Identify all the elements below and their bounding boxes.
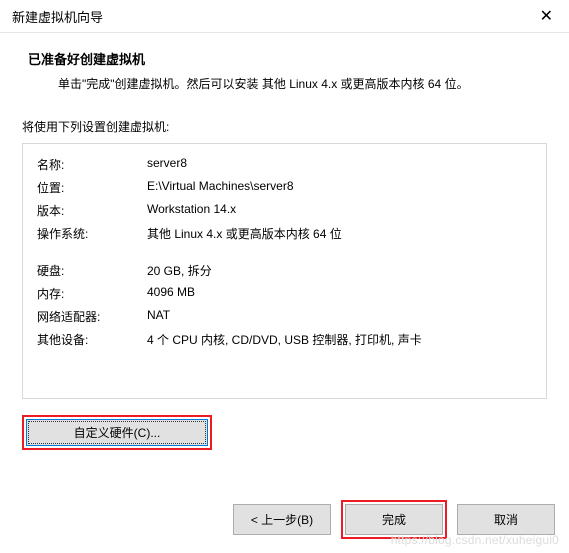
summary-value: server8 (147, 156, 532, 173)
summary-value: 其他 Linux 4.x 或更高版本内核 64 位 (147, 225, 532, 242)
wizard-footer: < 上一步(B) 完成 取消 (233, 500, 555, 539)
settings-section-label: 将使用下列设置创建虚拟机: (0, 108, 569, 143)
summary-label: 其他设备: (37, 331, 147, 348)
summary-label: 操作系统: (37, 225, 147, 242)
summary-label: 版本: (37, 202, 147, 219)
summary-value: 20 GB, 拆分 (147, 262, 532, 279)
summary-row: 其他设备:4 个 CPU 内核, CD/DVD, USB 控制器, 打印机, 声… (37, 331, 532, 348)
summary-label: 硬盘: (37, 262, 147, 279)
summary-row: 内存:4096 MB (37, 285, 532, 302)
summary-value: 4096 MB (147, 285, 532, 302)
summary-value: 4 个 CPU 内核, CD/DVD, USB 控制器, 打印机, 声卡 (147, 331, 532, 348)
summary-row: 位置:E:\Virtual Machines\server8 (37, 179, 532, 196)
summary-value: Workstation 14.x (147, 202, 532, 219)
summary-row: 版本:Workstation 14.x (37, 202, 532, 219)
summary-row: 操作系统:其他 Linux 4.x 或更高版本内核 64 位 (37, 225, 532, 242)
back-button[interactable]: < 上一步(B) (233, 504, 331, 535)
annotation-highlight: 完成 (341, 500, 447, 539)
customize-hardware-wrap: 自定义硬件(C)... (22, 415, 547, 450)
titlebar: 新建虚拟机向导 ✕ (0, 0, 569, 33)
finish-button[interactable]: 完成 (345, 504, 443, 535)
window-title: 新建虚拟机向导 (12, 7, 103, 26)
summary-label: 网络适配器: (37, 308, 147, 325)
summary-label: 位置: (37, 179, 147, 196)
summary-row: 网络适配器:NAT (37, 308, 532, 325)
settings-summary-box: 名称:server8位置:E:\Virtual Machines\server8… (22, 143, 547, 399)
summary-row: 硬盘:20 GB, 拆分 (37, 262, 532, 279)
header-description: 单击"完成"创建虚拟机。然后可以安装 其他 Linux 4.x 或更高版本内核 … (28, 74, 541, 94)
wizard-header: 已准备好创建虚拟机 单击"完成"创建虚拟机。然后可以安装 其他 Linux 4.… (0, 33, 569, 108)
customize-hardware-button[interactable]: 自定义硬件(C)... (26, 419, 208, 446)
cancel-button[interactable]: 取消 (457, 504, 555, 535)
summary-value: NAT (147, 308, 532, 325)
summary-label: 内存: (37, 285, 147, 302)
close-icon[interactable]: ✕ (534, 6, 559, 26)
header-title: 已准备好创建虚拟机 (28, 49, 541, 68)
summary-value: E:\Virtual Machines\server8 (147, 179, 532, 196)
summary-row: 名称:server8 (37, 156, 532, 173)
annotation-highlight: 自定义硬件(C)... (22, 415, 212, 450)
summary-label: 名称: (37, 156, 147, 173)
